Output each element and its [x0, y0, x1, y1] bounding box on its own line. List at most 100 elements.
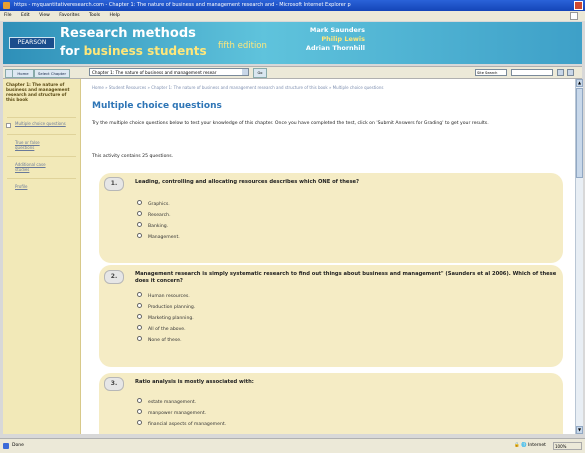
status-text: Done [12, 443, 24, 448]
radio-button[interactable] [137, 200, 142, 205]
radio-button[interactable] [137, 233, 142, 238]
activity-count: This activity contains 25 questions. [92, 154, 174, 159]
checkbox[interactable] [6, 123, 11, 128]
question-number: 1. [104, 177, 124, 191]
edition-label: fifth edition [218, 41, 267, 51]
site-search-button[interactable]: Site Search [475, 69, 507, 76]
help-icon[interactable] [567, 69, 574, 76]
question-number: 2. [104, 270, 124, 284]
menu-edit[interactable]: Edit [21, 13, 30, 18]
chapter-select[interactable]: Chapter 1: The nature of business and ma… [89, 68, 249, 76]
radio-button[interactable] [137, 303, 142, 308]
question-text: Ratio analysis is mostly associated with… [135, 379, 254, 385]
answer-option[interactable]: manpower management. [137, 409, 206, 417]
answer-option[interactable]: estate management. [137, 398, 197, 406]
sidebar-item-true-false[interactable]: True or false questions [15, 140, 55, 150]
option-label: Graphics. [148, 202, 170, 207]
intro-text: Try the multiple choice questions below … [92, 121, 489, 126]
radio-button[interactable] [137, 420, 142, 425]
menu-bar: File Edit View Favorites Tools Help [0, 11, 585, 21]
title-bar: https - myquantitativeresearch.com - Cha… [0, 0, 585, 11]
answer-option[interactable]: None of these. [137, 336, 182, 344]
sidebar-heading: Chapter 1: The nature of business and ma… [6, 82, 70, 102]
radio-button[interactable] [137, 222, 142, 227]
radio-button[interactable] [137, 409, 142, 414]
question-card: 1. Leading, controlling and allocating r… [99, 173, 563, 263]
search-go-icon[interactable] [557, 69, 564, 76]
vertical-scrollbar[interactable]: ▲ ▼ [575, 79, 583, 434]
option-label: estate management. [148, 400, 197, 405]
question-card: 2. Management research is simply systema… [99, 265, 563, 367]
windows-logo-icon [570, 12, 578, 20]
pearson-logo[interactable]: PEARSON [9, 37, 55, 49]
menu-favorites[interactable]: Favorites [59, 13, 79, 18]
breadcrumb[interactable]: Home » Student Resources » Chapter 1: Th… [92, 85, 383, 90]
answer-option[interactable]: Marketing planning. [137, 314, 194, 322]
radio-button[interactable] [137, 211, 142, 216]
option-label: financial aspects of management. [148, 422, 227, 427]
answer-option[interactable]: financial aspects of management. [137, 420, 227, 428]
window-title: https - myquantitativeresearch.com - Cha… [14, 2, 351, 8]
sidebar-item-multiple-choice[interactable]: Multiple choice questions [15, 121, 69, 126]
scroll-down-icon[interactable]: ▼ [576, 426, 583, 434]
zone-label: Internet [528, 443, 546, 448]
select-chapter-button[interactable]: Select Chapter [34, 69, 70, 78]
book-title-line2: for business students [60, 44, 207, 58]
author-name: Adrian Thornhill [305, 44, 365, 52]
option-label: Marketing planning. [148, 316, 194, 321]
sidebar-item-case-studies[interactable]: Additional case studies [15, 162, 55, 172]
menu-file[interactable]: File [4, 13, 12, 18]
sidebar-item-profile[interactable]: Profile [15, 184, 27, 189]
scroll-up-icon[interactable]: ▲ [576, 79, 583, 87]
radio-button[interactable] [137, 314, 142, 319]
question-number: 3. [104, 377, 124, 391]
answer-option[interactable]: Human resources. [137, 292, 190, 300]
authors: Mark Saunders Philip Lewis Adrian Thornh… [285, 26, 365, 53]
go-button[interactable]: Go [253, 68, 267, 78]
sidebar: Chapter 1: The nature of business and ma… [3, 79, 81, 434]
option-label: Research. [148, 213, 171, 218]
chapter-select-value: Chapter 1: The nature of business and ma… [92, 70, 217, 75]
menu-help[interactable]: Help [110, 13, 120, 18]
option-label: Banking. [148, 224, 169, 229]
answer-option[interactable]: Management. [137, 233, 180, 241]
answer-option[interactable]: Banking. [137, 222, 169, 230]
answer-option[interactable]: Research. [137, 211, 171, 219]
option-label: None of these. [148, 338, 182, 343]
browser-window: https - myquantitativeresearch.com - Cha… [0, 0, 585, 453]
main-content: Home » Student Resources » Chapter 1: Th… [81, 79, 575, 434]
home-button[interactable]: Home [12, 69, 34, 78]
book-title-prefix: for [60, 44, 84, 58]
radio-button[interactable] [137, 398, 142, 403]
close-button[interactable] [574, 1, 583, 10]
divider [7, 178, 76, 179]
status-bar: Done 🔒 🌐 Internet 100% [0, 438, 585, 453]
site-toolbar: Home Select Chapter Chapter 1: The natur… [3, 66, 582, 79]
menu-view[interactable]: View [39, 13, 50, 18]
question-text: Leading, controlling and allocating reso… [135, 179, 360, 185]
radio-button[interactable] [137, 336, 142, 341]
answer-option[interactable]: Graphics. [137, 200, 170, 208]
author-name: Philip Lewis [321, 35, 365, 43]
security-zone: 🔒 🌐 Internet [514, 443, 546, 448]
menu-tools[interactable]: Tools [89, 13, 100, 18]
internet-explorer-icon [3, 2, 10, 9]
divider [7, 117, 76, 118]
option-label: Human resources. [148, 294, 190, 299]
book-title-line1: Research methods [60, 26, 196, 41]
page-title: Multiple choice questions [92, 101, 222, 111]
page-icon [3, 443, 9, 449]
site-banner: PEARSON Research methods for business st… [3, 22, 582, 64]
answer-option[interactable]: All of the above. [137, 325, 186, 333]
search-input[interactable] [511, 69, 553, 76]
divider [7, 134, 76, 135]
question-card: 3. Ratio analysis is mostly associated w… [99, 373, 563, 434]
radio-button[interactable] [137, 325, 142, 330]
radio-button[interactable] [137, 292, 142, 297]
option-label: Management. [148, 235, 180, 240]
scroll-thumb[interactable] [576, 88, 583, 178]
answer-option[interactable]: Production planning. [137, 303, 195, 311]
book-title-highlight: business students [83, 44, 207, 58]
zoom-control[interactable]: 100% [553, 442, 582, 450]
divider [7, 156, 76, 157]
